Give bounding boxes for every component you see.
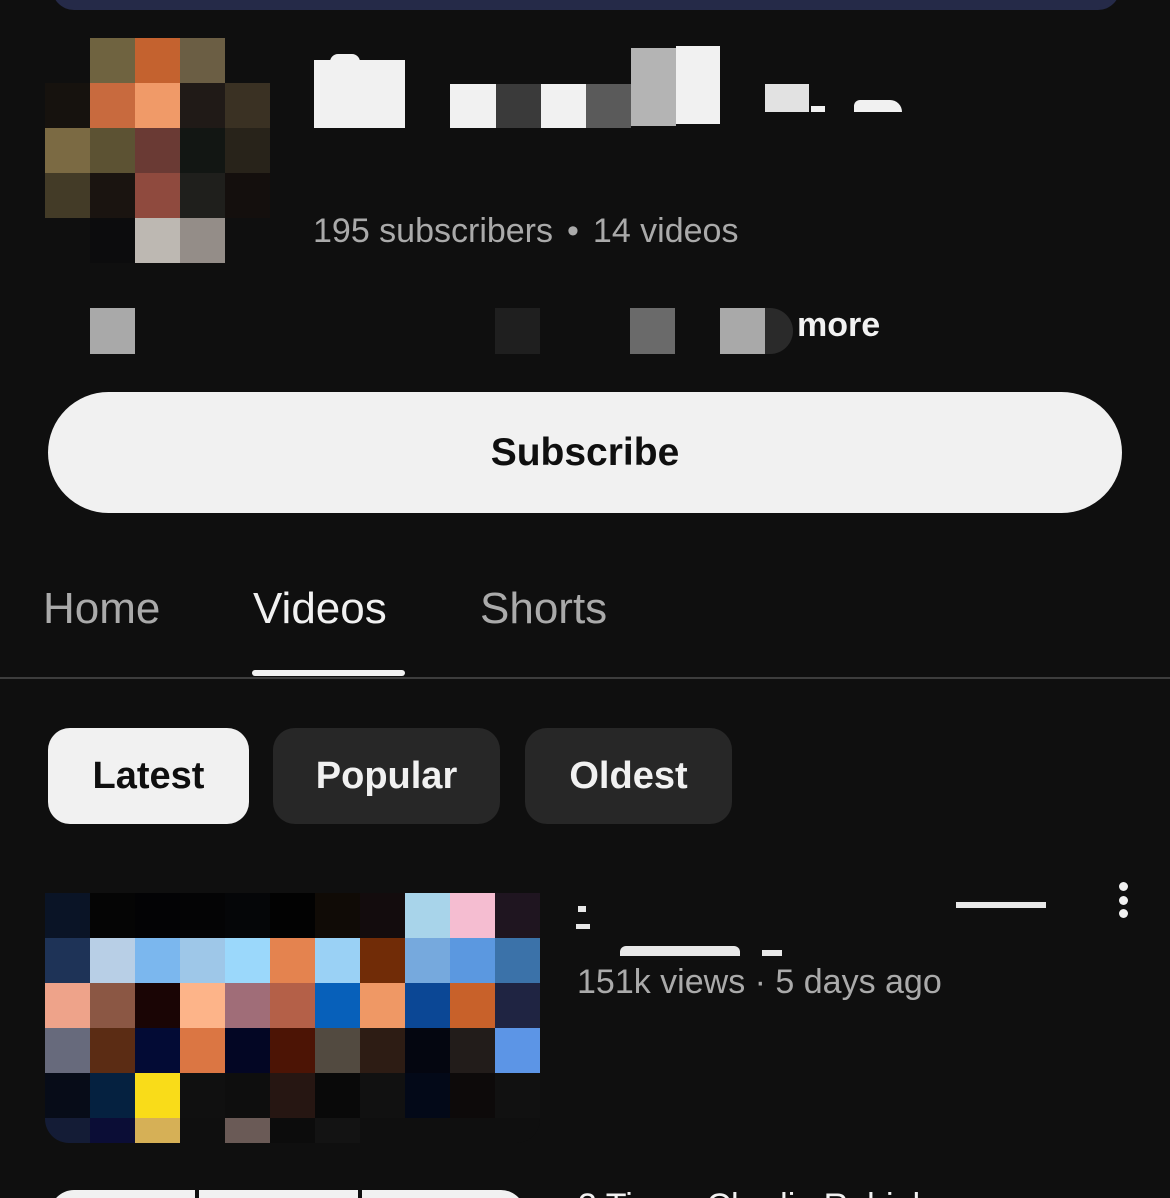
description-more-link[interactable]: more [797, 308, 880, 342]
menu-dot [1118, 882, 1128, 891]
tabs-divider [0, 677, 1170, 679]
active-tab-indicator [252, 670, 405, 676]
channel-banner[interactable] [52, 0, 1120, 10]
chip-oldest[interactable]: Oldest [525, 728, 732, 824]
tab-shorts[interactable]: Shorts [480, 584, 607, 634]
tab-videos[interactable]: Videos [253, 584, 387, 634]
tab-home[interactable]: Home [43, 584, 160, 634]
channel-avatar[interactable] [45, 38, 270, 263]
next-video-thumbnail[interactable] [50, 1190, 525, 1198]
chip-popular[interactable]: Popular [273, 728, 500, 824]
menu-dot [1118, 909, 1128, 918]
thumb-divider [358, 1190, 362, 1198]
channel-tabs: Home Videos Shorts [0, 560, 1170, 680]
channel-stats: 195 subscribers • 14 videos [313, 212, 738, 251]
next-video-title[interactable]: 3 Times Charlie Robinh [578, 1186, 931, 1198]
chip-latest[interactable]: Latest [48, 728, 249, 824]
video-thumbnail[interactable] [45, 893, 540, 1143]
video-title[interactable] [576, 892, 1056, 962]
video-meta: 151k views · 5 days ago [577, 963, 942, 1001]
subscribe-button[interactable]: Subscribe [48, 392, 1122, 513]
video-count: 14 videos [592, 212, 739, 250]
subscribe-label: Subscribe [490, 430, 680, 474]
channel-name [314, 44, 934, 134]
menu-dot [1118, 895, 1128, 905]
channel-description[interactable]: more [90, 308, 910, 354]
more-vert-icon[interactable] [1108, 878, 1138, 922]
subscriber-count: 195 subscribers [313, 212, 554, 250]
thumb-divider [195, 1190, 199, 1198]
stats-separator: • [567, 212, 579, 250]
channel-page: 195 subscribers • 14 videos more Subscribe… [0, 0, 1170, 1198]
